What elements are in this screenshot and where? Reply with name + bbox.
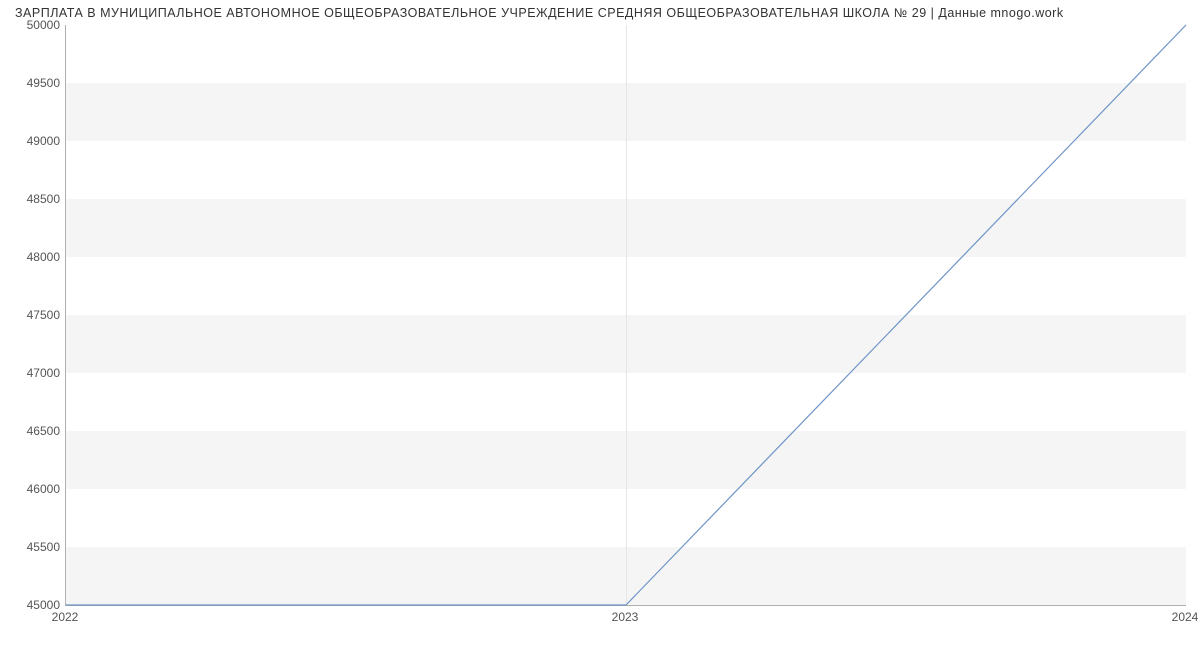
y-tick-label: 48000 — [5, 250, 60, 264]
x-tick-label: 2024 — [1172, 610, 1199, 624]
y-tick-label: 45500 — [5, 540, 60, 554]
x-tick-label: 2023 — [612, 610, 639, 624]
y-tick-label: 49000 — [5, 134, 60, 148]
data-line — [66, 25, 1186, 605]
y-tick-label: 49500 — [5, 76, 60, 90]
y-tick-label: 48500 — [5, 192, 60, 206]
plot-area — [65, 25, 1186, 606]
chart-container: ЗАРПЛАТА В МУНИЦИПАЛЬНОЕ АВТОНОМНОЕ ОБЩЕ… — [0, 0, 1200, 650]
x-tick-label: 2022 — [52, 610, 79, 624]
y-tick-label: 46500 — [5, 424, 60, 438]
chart-title: ЗАРПЛАТА В МУНИЦИПАЛЬНОЕ АВТОНОМНОЕ ОБЩЕ… — [15, 6, 1064, 20]
y-tick-label: 50000 — [5, 18, 60, 32]
y-tick-label: 46000 — [5, 482, 60, 496]
y-tick-label: 47500 — [5, 308, 60, 322]
y-tick-label: 47000 — [5, 366, 60, 380]
line-series — [66, 25, 1186, 605]
